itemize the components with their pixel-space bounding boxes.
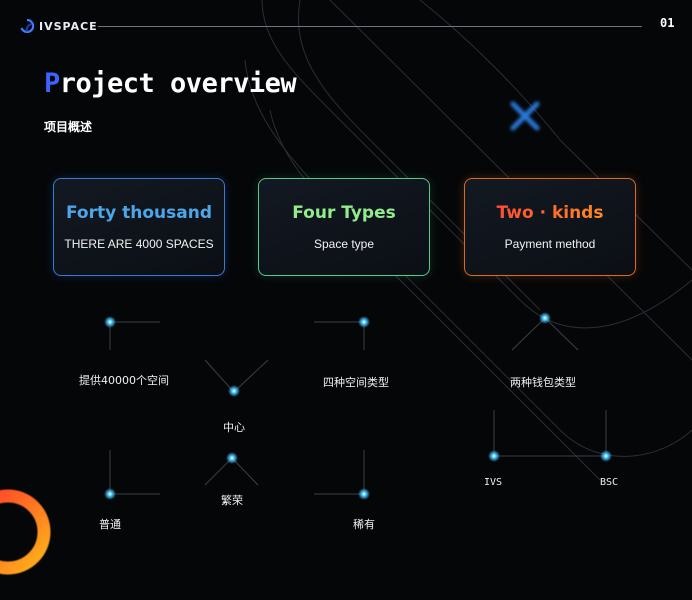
node-glow	[226, 452, 238, 464]
node-glow	[488, 450, 500, 462]
node-glow	[539, 312, 551, 324]
node-glow	[104, 316, 116, 328]
label-ivs: IVS	[484, 477, 503, 488]
label-bsc: BSC	[600, 477, 619, 488]
label-two-wallet-types: 两种钱包类型	[510, 376, 576, 389]
label-four-space-types: 四种空间类型	[323, 376, 389, 389]
label-provide-spaces: 提供40000个空间	[79, 374, 169, 387]
connector-diagram	[104, 312, 612, 500]
label-rare: 稀有	[353, 518, 375, 531]
node-glow	[600, 450, 612, 462]
node-glow	[104, 488, 116, 500]
node-glow	[228, 385, 240, 397]
node-glow	[358, 488, 370, 500]
node-glow	[358, 316, 370, 328]
label-ordinary: 普通	[99, 518, 121, 531]
label-center: 中心	[223, 421, 245, 434]
label-prosperous: 繁荣	[221, 494, 243, 507]
